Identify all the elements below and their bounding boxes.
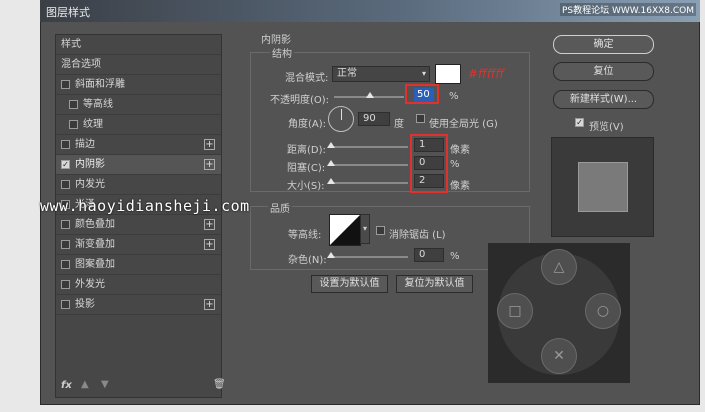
sidebar-item-inner-glow[interactable]: 内发光 (56, 175, 221, 195)
move-up-icon[interactable]: ▲ (81, 379, 89, 390)
add-drop-shadow-icon[interactable]: + (204, 299, 215, 310)
preview-swatch (578, 162, 628, 212)
fx-button[interactable]: fx (61, 380, 72, 391)
blend-mode-label: 混合模式: (285, 73, 329, 84)
structure-values-highlight-box (410, 134, 448, 193)
add-color-overlay-icon[interactable]: + (204, 219, 215, 230)
gradient-overlay-checkbox[interactable] (61, 240, 70, 249)
reset-default-button[interactable]: 复位为默认值 (396, 275, 473, 293)
chevron-down-icon: ▾ (421, 69, 426, 78)
square-button-icon[interactable]: □ (497, 293, 533, 329)
triangle-button-icon[interactable]: △ (541, 249, 577, 285)
style-list-toolbar: fx ▲ ▼ 🗑 (57, 378, 226, 396)
color-overlay-checkbox[interactable] (61, 220, 70, 229)
circle-button-icon[interactable]: ○ (585, 293, 621, 329)
section-title-inner-shadow: 内阴影 (261, 35, 291, 46)
pattern-overlay-checkbox[interactable] (61, 260, 70, 269)
choke-unit: % (450, 159, 460, 170)
distance-slider-knob[interactable] (327, 142, 335, 148)
inner-shadow-checkbox[interactable]: ✓ (61, 160, 70, 169)
antialias-checkbox[interactable] (376, 226, 385, 235)
quality-title: 品质 (268, 200, 292, 215)
sidebar-item-stroke[interactable]: 描边 + (56, 135, 221, 155)
opacity-unit: % (449, 91, 459, 102)
sidebar-item-inner-shadow[interactable]: ✓ 内阴影 + (56, 155, 221, 175)
size-slider-track[interactable] (330, 182, 408, 184)
choke-slider-knob[interactable] (327, 160, 335, 166)
sidebar-item-color-overlay[interactable]: 颜色叠加 + (56, 215, 221, 235)
watermark-mid: www.haoyidiansheji.com (40, 197, 250, 215)
structure-title: 结构 (270, 45, 294, 60)
opacity-slider-knob[interactable] (366, 92, 374, 98)
contour-checkbox[interactable] (69, 100, 78, 109)
sidebar-item-contour[interactable]: 等高线 (56, 95, 221, 115)
noise-input[interactable]: 0 (414, 248, 444, 262)
add-gradient-overlay-icon[interactable]: + (204, 239, 215, 250)
blend-mode-select[interactable]: 正常 ▾ (332, 66, 430, 82)
style-list-header[interactable]: 样式 (56, 35, 221, 55)
preview-label: 预览(V) (589, 122, 624, 133)
angle-input[interactable]: 90 (358, 112, 390, 126)
outer-glow-checkbox[interactable] (61, 280, 70, 289)
texture-checkbox[interactable] (69, 120, 78, 129)
contour-dropdown-icon[interactable]: ▾ (360, 214, 370, 244)
bevel-checkbox[interactable] (61, 80, 70, 89)
new-style-button[interactable]: 新建样式(W)... (553, 90, 654, 109)
watermark-top: PS教程论坛 WWW.16XX8.COM (560, 3, 697, 16)
color-annotation: #ffffff (468, 67, 505, 81)
shadow-color-swatch[interactable] (435, 64, 461, 84)
preview-checkbox[interactable]: ✓ (575, 118, 584, 127)
noise-slider-track[interactable] (330, 256, 408, 258)
distance-slider-track[interactable] (330, 146, 408, 148)
dialog-title: 图层样式 (46, 6, 90, 19)
sidebar-item-texture[interactable]: 纹理 (56, 115, 221, 135)
move-down-icon[interactable]: ▼ (101, 379, 109, 390)
angle-label: 角度(A): (288, 119, 327, 130)
ok-button[interactable]: 确定 (553, 35, 654, 54)
distance-label: 距离(D): (287, 145, 326, 156)
angle-dial[interactable] (328, 106, 354, 132)
contour-label: 等高线: (288, 230, 322, 241)
sidebar-item-bevel-emboss[interactable]: 斜面和浮雕 (56, 75, 221, 95)
cross-button-icon[interactable]: ✕ (541, 338, 577, 374)
set-default-button[interactable]: 设置为默认值 (311, 275, 388, 293)
reset-button[interactable]: 复位 (553, 62, 654, 81)
opacity-label: 不透明度(O): (270, 95, 330, 106)
sidebar-item-blending-options[interactable]: 混合选项 (56, 55, 221, 75)
stroke-checkbox[interactable] (61, 140, 70, 149)
size-unit: 像素 (450, 181, 470, 192)
noise-slider-knob[interactable] (327, 252, 335, 258)
opacity-highlight-box (405, 84, 439, 104)
global-light-label: 使用全局光 (G) (429, 119, 498, 130)
size-label: 大小(S): (287, 181, 325, 192)
size-slider-knob[interactable] (327, 178, 335, 184)
add-inner-shadow-icon[interactable]: + (204, 159, 215, 170)
noise-unit: % (450, 251, 460, 262)
global-light-checkbox[interactable] (416, 114, 425, 123)
sidebar-item-outer-glow[interactable]: 外发光 (56, 275, 221, 295)
inner-glow-checkbox[interactable] (61, 180, 70, 189)
sidebar-item-pattern-overlay[interactable]: 图案叠加 (56, 255, 221, 275)
choke-slider-track[interactable] (330, 164, 408, 166)
distance-unit: 像素 (450, 145, 470, 156)
gamepad-overlay: △ □ ○ ✕ (488, 243, 630, 383)
choke-label: 阻塞(C): (287, 163, 326, 174)
antialias-label: 消除锯齿 (L) (389, 230, 446, 241)
contour-preview[interactable] (329, 214, 361, 246)
angle-unit: 度 (394, 119, 404, 130)
style-list-panel: 样式 混合选项 斜面和浮雕 等高线 纹理 描边 + ✓ 内阴影 + 内发光 光泽 颜色… (55, 34, 222, 398)
sidebar-item-gradient-overlay[interactable]: 渐变叠加 + (56, 235, 221, 255)
add-stroke-icon[interactable]: + (204, 139, 215, 150)
sidebar-item-drop-shadow[interactable]: 投影 + (56, 295, 221, 315)
trash-icon[interactable]: 🗑 (213, 379, 226, 390)
drop-shadow-checkbox[interactable] (61, 300, 70, 309)
noise-label: 杂色(N): (288, 255, 327, 266)
preview-area (551, 137, 654, 237)
